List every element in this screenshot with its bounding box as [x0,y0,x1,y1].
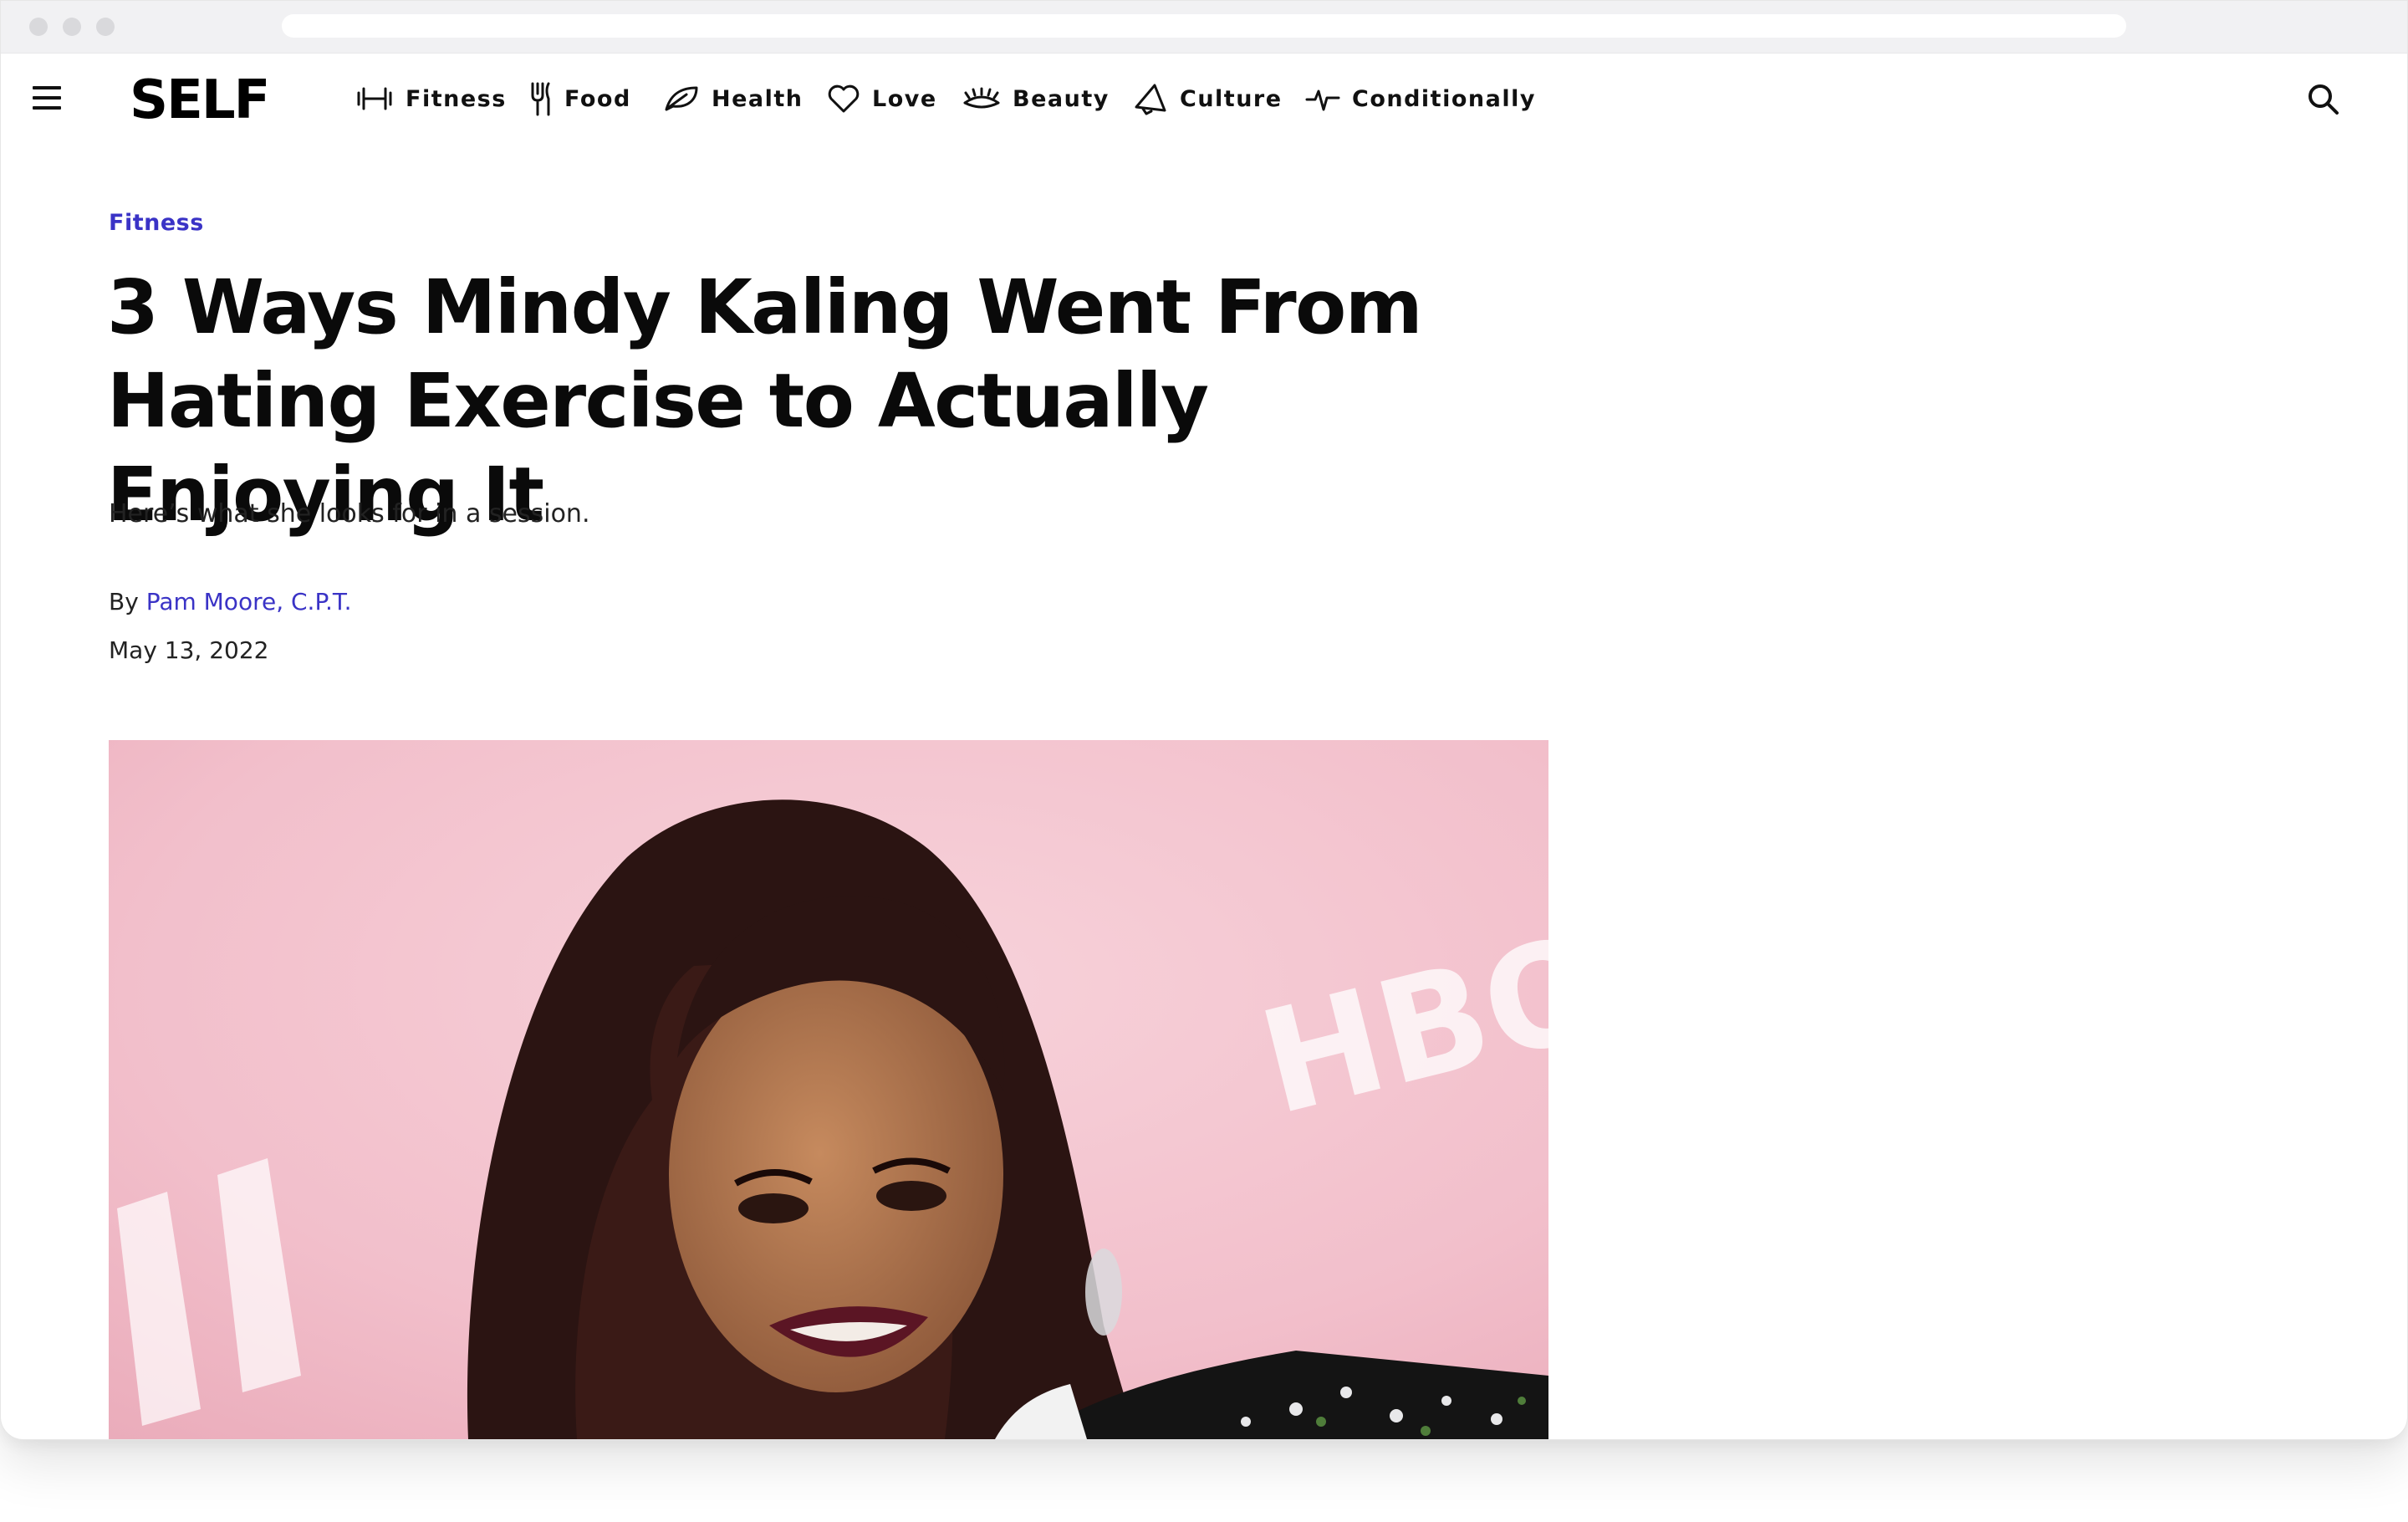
byline-prefix: By [109,588,139,615]
article-byline: By Pam Moore, C.P.T. [109,588,352,615]
heartbeat-icon [1305,89,1340,111]
nav-item-conditionally[interactable]: Conditionally [1305,53,1536,145]
nav-item-culture[interactable]: Culture [1133,53,1283,145]
browser-window: SELF Fitness Food Health Love Beauty Cul… [0,0,2408,1440]
article-category-link[interactable]: Fitness [109,210,204,236]
nav-label: Culture [1180,85,1283,112]
nav-item-love[interactable]: Love [827,53,937,145]
nav-item-health[interactable]: Health [663,53,804,145]
nav-item-food[interactable]: Food [528,53,631,145]
fork-icon [531,82,550,116]
hero-image: HBO [109,740,1548,1439]
publish-date: May 13, 2022 [109,636,269,664]
window-close-dot[interactable] [29,18,48,36]
nav-label: Food [564,85,631,112]
browser-titlebar [1,1,2407,54]
address-bar[interactable] [282,14,2126,38]
menu-icon[interactable] [33,86,61,110]
megaphone-icon [1135,84,1166,115]
nav-item-beauty[interactable]: Beauty [962,53,1110,145]
search-icon[interactable] [2305,81,2342,118]
nav-label: Love [872,85,937,112]
window-minimize-dot[interactable] [63,18,81,36]
leaf-icon [665,86,698,111]
eyelash-icon [963,87,1000,109]
author-link[interactable]: Pam Moore, C.P.T. [146,588,352,615]
article-dek: Here’s what she looks for in a session. [109,499,590,529]
nav-label: Health [712,85,804,112]
nav-label: Conditionally [1352,85,1536,112]
heart-icon [828,84,860,113]
site-header: SELF Fitness Food Health Love Beauty Cul… [1,53,2407,145]
dumbbell-icon [357,87,392,110]
nav-item-fitness[interactable]: Fitness [355,53,507,145]
nav-label: Beauty [1013,85,1110,112]
site-logo[interactable]: SELF [130,71,270,130]
window-maximize-dot[interactable] [96,18,115,36]
nav-label: Fitness [406,85,507,112]
